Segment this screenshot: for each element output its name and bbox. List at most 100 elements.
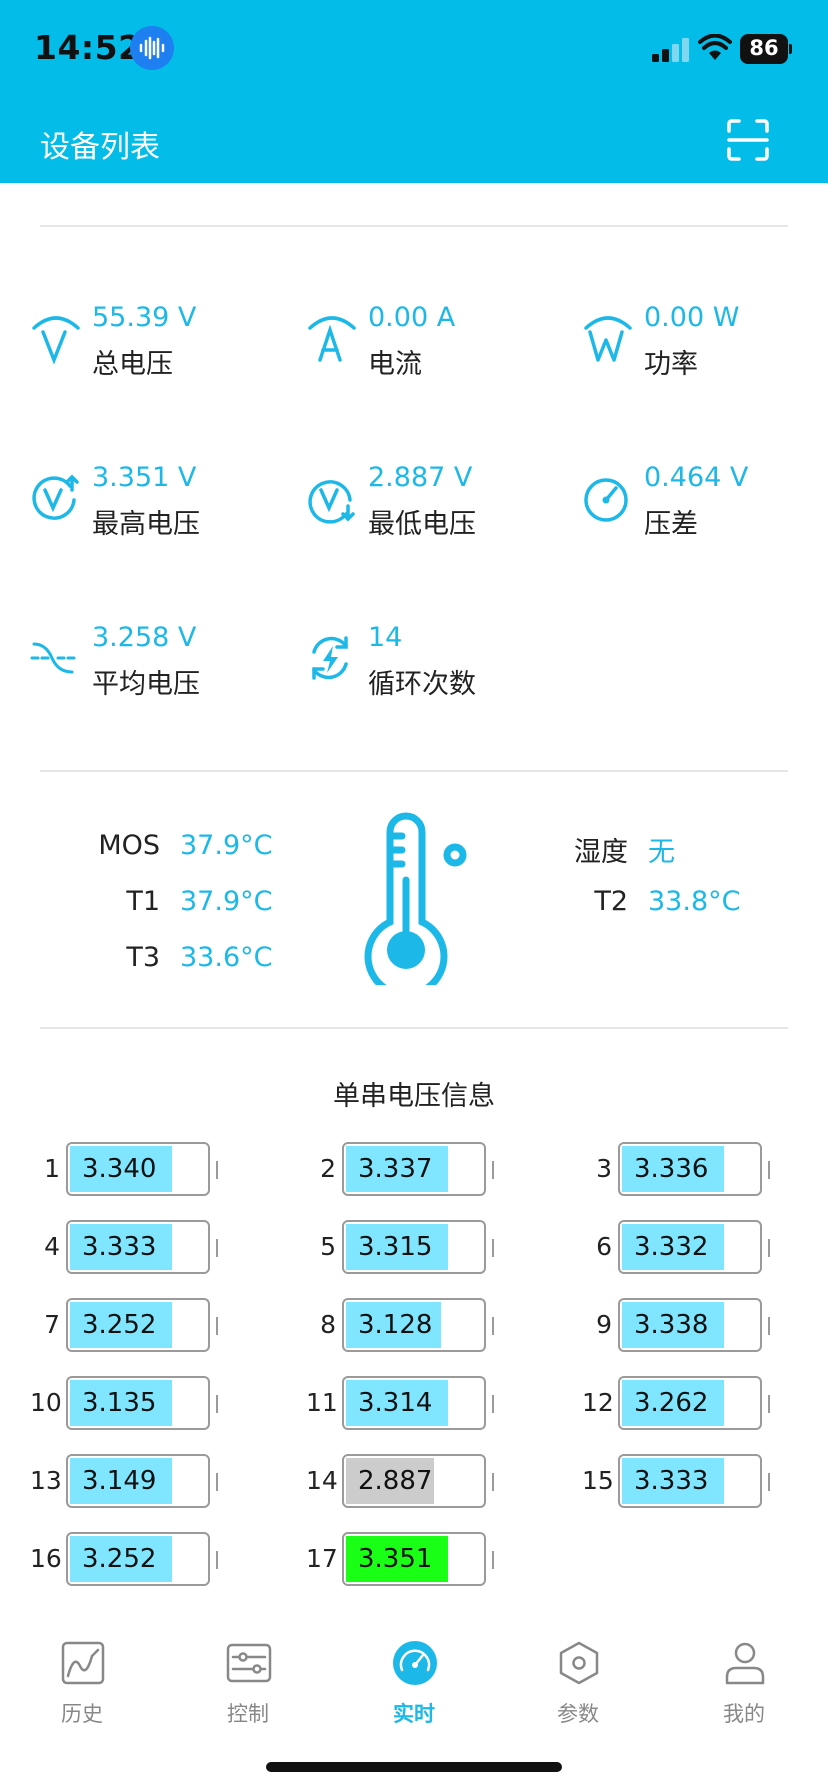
cell-voltage-item: 15 3.333 (582, 1454, 822, 1510)
cell-number: 15 (582, 1466, 614, 1495)
cell-battery-cap (216, 1161, 218, 1179)
profile-icon (725, 1642, 765, 1685)
cell-battery: 2.887 (342, 1454, 486, 1508)
tab-label: 参数 (557, 1702, 599, 1726)
metric-value: 14 (368, 622, 403, 653)
tab-profile[interactable]: 我的 (684, 1640, 804, 1750)
cell-number: 5 (320, 1232, 336, 1261)
divider (40, 770, 788, 772)
cell-voltage-item: 6 3.332 (582, 1220, 822, 1276)
cell-battery: 3.351 (342, 1532, 486, 1586)
current-metric: 0.00 A 电流 (306, 302, 556, 392)
cell-battery-cap (216, 1473, 218, 1491)
t1-temp-value: 37.9°C (180, 886, 273, 917)
page-title[interactable]: 设备列表 (40, 122, 160, 166)
cell-voltage-value: 3.262 (634, 1388, 709, 1418)
cell-battery: 3.333 (618, 1454, 762, 1508)
cell-voltage-item: 5 3.315 (306, 1220, 546, 1276)
min-voltage-icon (308, 480, 355, 524)
total-voltage-metric: 55.39 V 总电压 (30, 302, 280, 392)
metric-label: 功率 (644, 349, 698, 380)
t1-label: T1 (126, 886, 160, 917)
cell-voltage-item: 11 3.314 (306, 1376, 546, 1432)
cell-battery-cap (768, 1239, 770, 1257)
cell-voltage-item: 4 3.333 (30, 1220, 270, 1276)
battery-icon: 86 (740, 34, 792, 64)
home-indicator[interactable] (266, 1762, 562, 1772)
cell-voltage-value: 3.135 (82, 1388, 157, 1418)
tab-label: 历史 (61, 1702, 103, 1726)
cell-voltage-value: 3.332 (634, 1232, 709, 1262)
cell-voltage-item: 10 3.135 (30, 1376, 270, 1432)
nav-bar: 设备列表 (0, 100, 828, 183)
current-icon (308, 316, 356, 362)
cell-number: 6 (596, 1232, 612, 1261)
t3-label: T3 (126, 942, 160, 973)
t2-temp-value: 33.8°C (648, 886, 741, 917)
tab-parameters[interactable]: 参数 (518, 1640, 638, 1750)
cell-battery-cap (216, 1317, 218, 1335)
cell-voltage-value: 3.128 (358, 1310, 433, 1340)
cycle-icon (312, 636, 348, 680)
cell-voltage-value: 3.333 (82, 1232, 157, 1262)
cell-voltage-value: 3.337 (358, 1154, 433, 1184)
cell-battery: 3.149 (66, 1454, 210, 1508)
cell-battery: 3.252 (66, 1532, 210, 1586)
tab-realtime[interactable]: 实时 (354, 1640, 474, 1750)
tab-label: 我的 (723, 1702, 765, 1726)
metric-value: 0.464 V (644, 462, 749, 493)
cell-number: 11 (306, 1388, 338, 1417)
cycle-count-metric: 14 循环次数 (306, 622, 556, 712)
scan-icon[interactable] (726, 118, 770, 162)
cell-voltage-item: 3 3.336 (582, 1142, 822, 1198)
cell-voltage-item: 12 3.262 (582, 1376, 822, 1432)
cell-battery: 3.314 (342, 1376, 486, 1430)
cell-battery: 3.332 (618, 1220, 762, 1274)
wifi-icon (698, 34, 732, 60)
cell-voltage-value: 3.333 (634, 1466, 709, 1496)
cell-voltage-value: 3.336 (634, 1154, 709, 1184)
mos-temp-value: 37.9°C (180, 830, 273, 861)
cell-battery: 3.262 (618, 1376, 762, 1430)
metric-label: 总电压 (92, 349, 173, 380)
cell-battery-cap (492, 1551, 494, 1569)
cell-voltage-value: 3.252 (82, 1310, 157, 1340)
cell-battery-cap (768, 1317, 770, 1335)
recording-icon[interactable] (130, 26, 174, 70)
cell-voltage-item: 7 3.252 (30, 1298, 270, 1354)
cell-battery: 3.333 (66, 1220, 210, 1274)
cell-number: 2 (320, 1154, 336, 1183)
tab-control[interactable]: 控制 (188, 1640, 308, 1750)
cell-battery-cap (492, 1161, 494, 1179)
cell-voltage-value: 3.252 (82, 1544, 157, 1574)
power-metric: 0.00 W 功率 (582, 302, 828, 392)
cell-battery: 3.337 (342, 1142, 486, 1196)
metric-label: 循环次数 (368, 669, 476, 700)
cell-battery: 3.128 (342, 1298, 486, 1352)
cell-battery: 3.338 (618, 1298, 762, 1352)
history-chart-icon (61, 1641, 105, 1685)
cell-battery-cap (768, 1473, 770, 1491)
tab-history[interactable]: 历史 (22, 1640, 142, 1750)
t3-temp-value: 33.6°C (180, 942, 273, 973)
thermometer-icon (364, 812, 467, 985)
t2-label: T2 (594, 886, 628, 917)
cell-number: 17 (306, 1544, 338, 1573)
max-voltage-icon (32, 474, 79, 520)
cell-number: 13 (30, 1466, 62, 1495)
metric-label: 电流 (368, 349, 422, 380)
cell-battery: 3.340 (66, 1142, 210, 1196)
cell-number: 4 (44, 1232, 60, 1261)
power-icon (584, 316, 632, 362)
min-voltage-metric: 2.887 V 最低电压 (306, 462, 556, 552)
cell-voltage-value: 3.351 (358, 1544, 433, 1574)
cell-battery: 3.315 (342, 1220, 486, 1274)
metric-value: 3.351 V (92, 462, 197, 493)
cell-voltage-item: 8 3.128 (306, 1298, 546, 1354)
cell-number: 14 (306, 1466, 338, 1495)
cell-battery: 3.135 (66, 1376, 210, 1430)
cell-voltage-item: 13 3.149 (30, 1454, 270, 1510)
metric-value: 2.887 V (368, 462, 473, 493)
voltage-diff-metric: 0.464 V 压差 (582, 462, 828, 552)
cell-voltage-item: 16 3.252 (30, 1532, 270, 1588)
